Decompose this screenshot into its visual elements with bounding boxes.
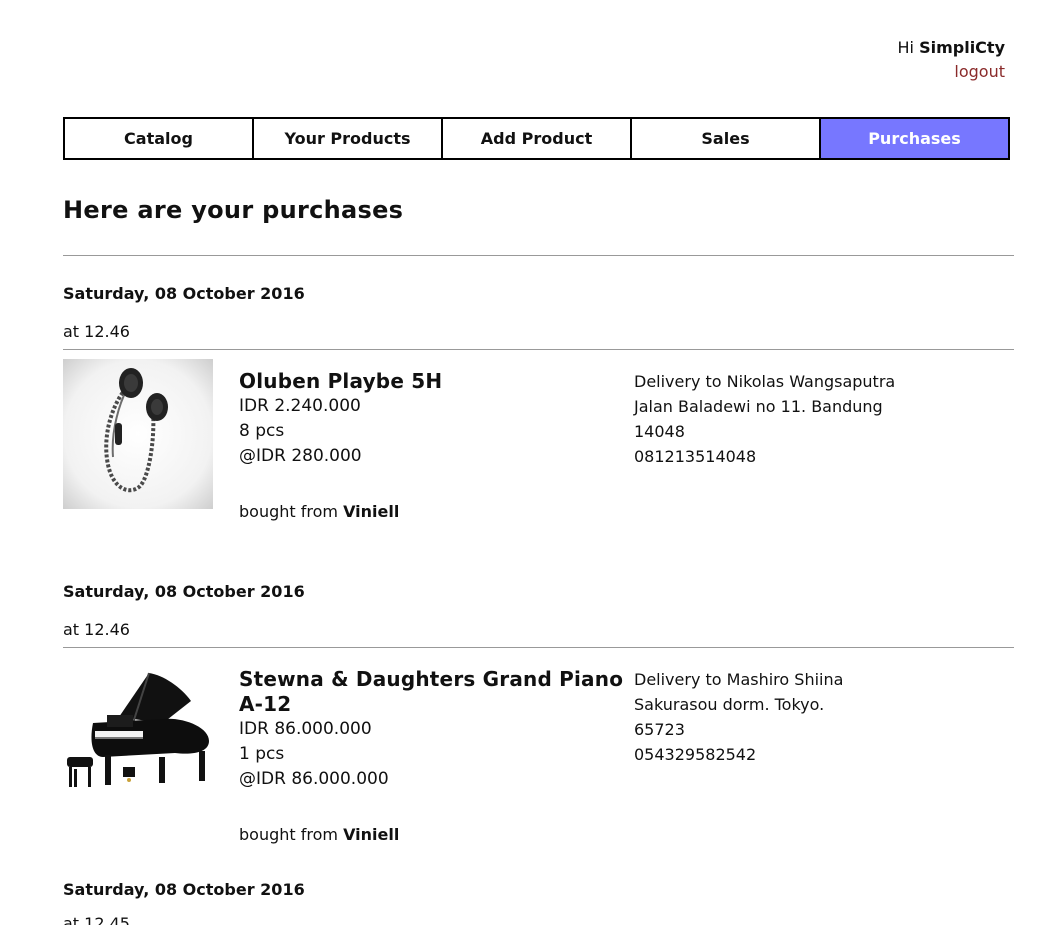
seller-name: Viniell: [343, 502, 400, 521]
purchase-time: at 12.46: [63, 620, 130, 639]
delivery-phone: 054329582542: [634, 745, 757, 764]
user-box: Hi SimpliCty logout: [898, 36, 1006, 84]
purchase-total: IDR 2.240.000: [239, 396, 361, 416]
purchases-page: Hi SimpliCty logout Catalog Your Product…: [0, 0, 1059, 925]
grand-piano-image: [63, 657, 213, 807]
bought-from: bought from Viniell: [239, 822, 624, 847]
logout-link[interactable]: logout: [898, 60, 1005, 84]
delivery-phone: 081213514048: [634, 447, 757, 466]
purchase-quantity: 8 pcs: [239, 421, 285, 441]
purchase-time: at 12.45: [63, 914, 130, 925]
delivery-info: Delivery to Mashiro Shiina Sakurasou dor…: [634, 667, 1014, 767]
tab-catalog[interactable]: Catalog: [63, 117, 254, 160]
purchase-quantity: 1 pcs: [239, 744, 285, 764]
delivery-postal-code: 14048: [634, 422, 685, 441]
tab-your-products[interactable]: Your Products: [252, 117, 443, 160]
delivery-recipient: Delivery to Nikolas Wangsaputra: [634, 372, 896, 391]
username: SimpliCty: [919, 38, 1005, 57]
delivery-recipient: Delivery to Mashiro Shiina: [634, 670, 844, 689]
purchase-time: at 12.46: [63, 322, 130, 341]
purchase-date: Saturday, 08 October 2016: [63, 582, 305, 601]
tab-add-product[interactable]: Add Product: [441, 117, 632, 160]
divider: [63, 647, 1014, 648]
tab-purchases[interactable]: Purchases: [819, 117, 1010, 160]
purchase-total: IDR 86.000.000: [239, 719, 372, 739]
bought-from: bought from Viniell: [239, 499, 624, 524]
delivery-info: Delivery to Nikolas Wangsaputra Jalan Ba…: [634, 369, 1014, 469]
product-name: Stewna & Daughters Grand Piano A-12: [239, 667, 624, 716]
product-info: Oluben Playbe 5H IDR 2.240.000 8 pcs @ID…: [239, 369, 624, 524]
unit-price: @IDR 280.000: [239, 446, 362, 466]
bought-from-label: bought from: [239, 825, 338, 844]
divider: [63, 255, 1014, 256]
earphones-image: [63, 359, 213, 509]
product-info: Stewna & Daughters Grand Piano A-12 IDR …: [239, 667, 624, 847]
page-title: Here are your purchases: [63, 196, 404, 224]
bought-from-label: bought from: [239, 502, 338, 521]
tab-sales[interactable]: Sales: [630, 117, 821, 160]
delivery-address: Sakurasou dorm. Tokyo.: [634, 695, 825, 714]
delivery-address: Jalan Baladewi no 11. Bandung: [634, 397, 883, 416]
main-nav: Catalog Your Products Add Product Sales …: [63, 117, 1010, 160]
purchase-date: Saturday, 08 October 2016: [63, 880, 305, 899]
greeting-text: Hi: [897, 38, 914, 57]
seller-name: Viniell: [343, 825, 400, 844]
purchase-date: Saturday, 08 October 2016: [63, 284, 305, 303]
unit-price: @IDR 86.000.000: [239, 769, 389, 789]
delivery-postal-code: 65723: [634, 720, 685, 739]
divider: [63, 349, 1014, 350]
product-name: Oluben Playbe 5H: [239, 369, 443, 393]
greeting: Hi SimpliCty: [898, 36, 1006, 60]
